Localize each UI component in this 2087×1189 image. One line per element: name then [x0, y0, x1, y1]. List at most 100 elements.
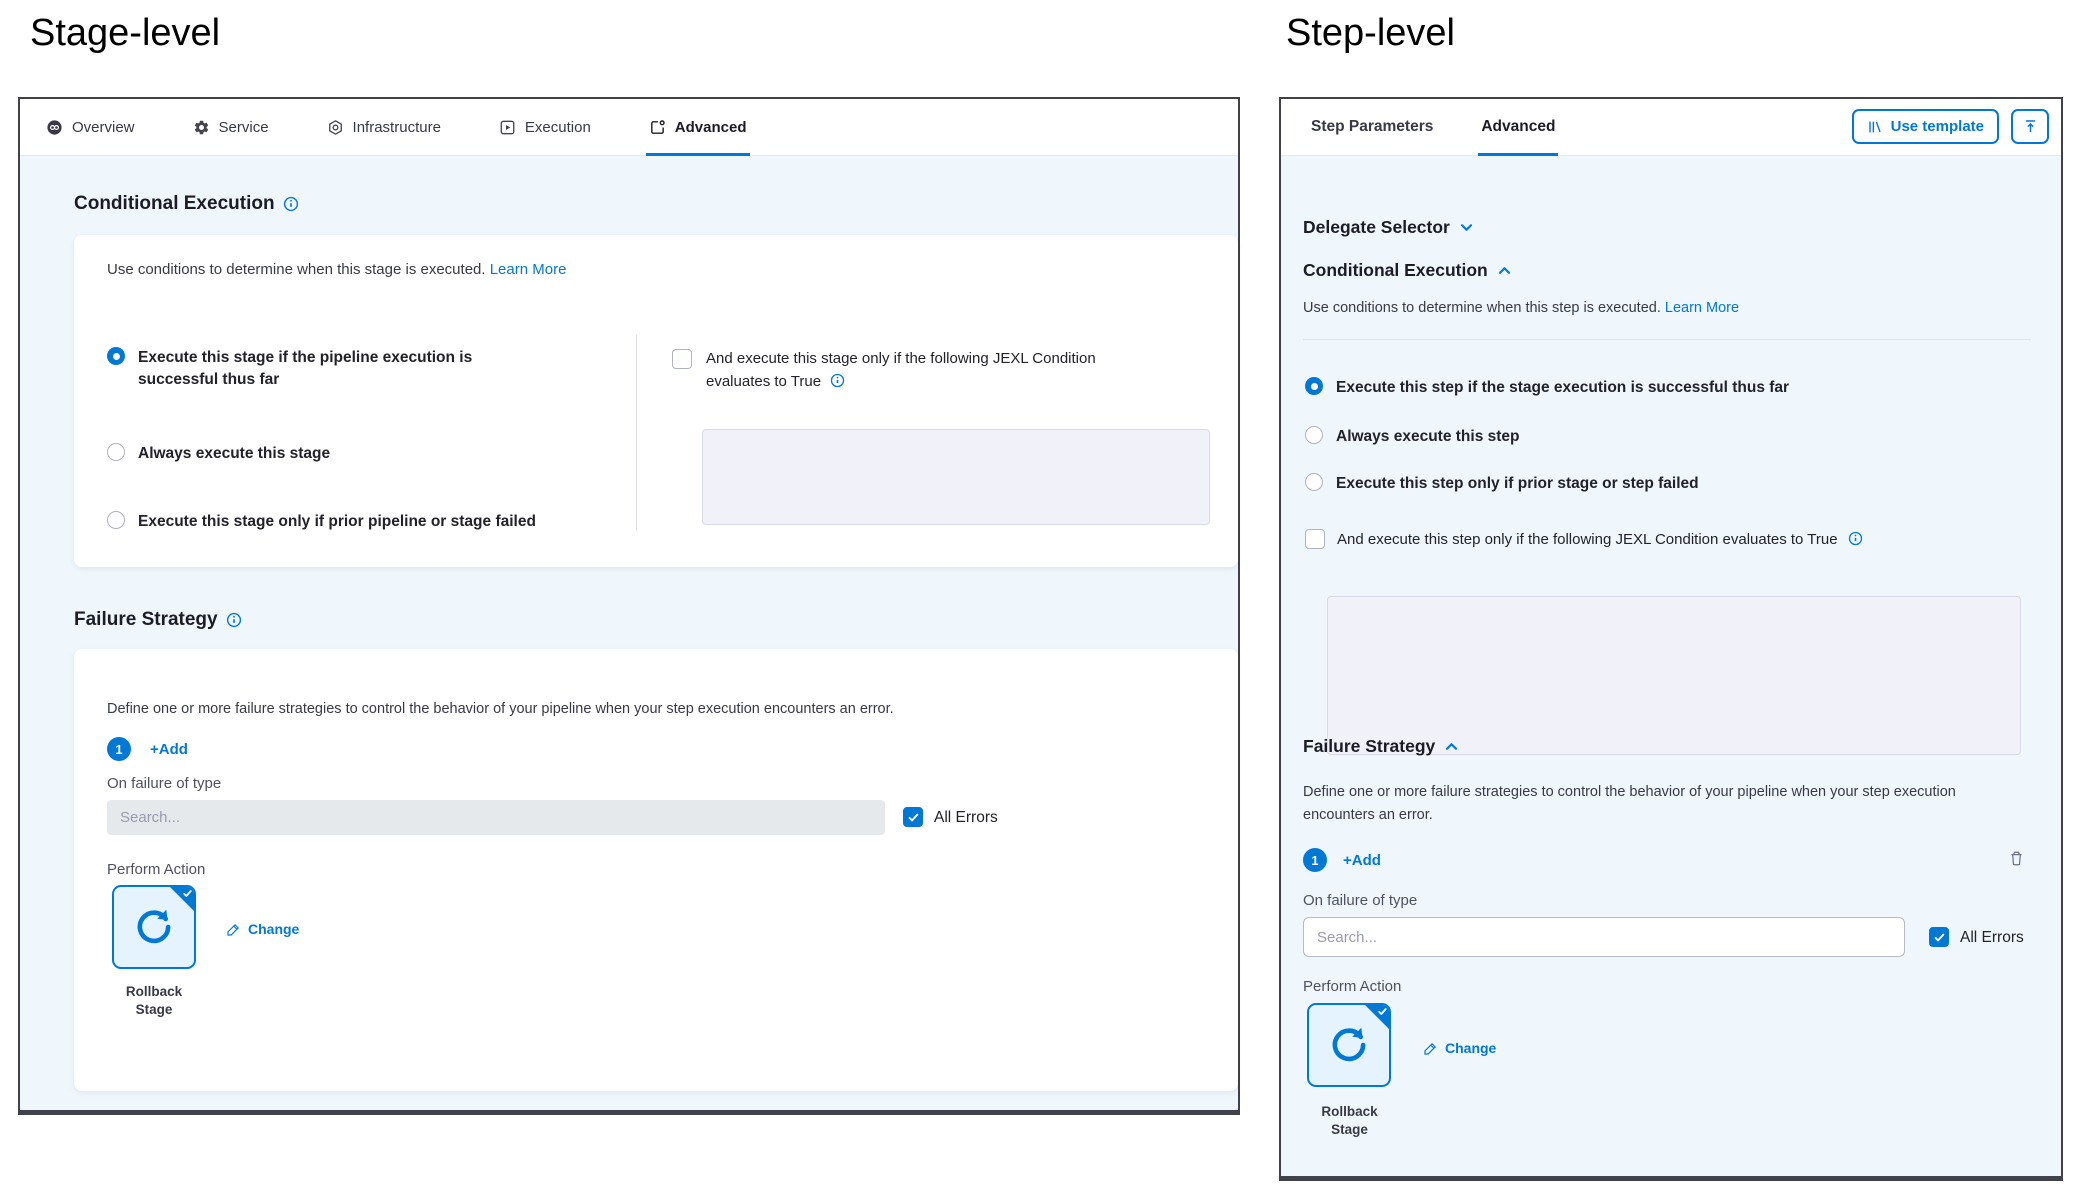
failure-strategy-description: Define one or more failure strategies to… [107, 701, 894, 717]
pencil-icon [226, 922, 241, 937]
failure-strategy-description: Define one or more failure strategies to… [1303, 781, 2011, 828]
radio-button[interactable] [107, 347, 125, 365]
jexl-condition-label: And execute this stage only if the follo… [706, 347, 1158, 394]
tab-overview[interactable]: Overview [46, 99, 135, 155]
info-icon[interactable] [226, 612, 242, 628]
stage-tabbar: Overview Service Infrastructure Executio… [20, 99, 1238, 156]
all-errors-checkbox[interactable] [1929, 927, 1949, 947]
radio-button[interactable] [1305, 473, 1323, 491]
rotate-icon [132, 905, 176, 949]
jexl-condition-input[interactable] [1327, 596, 2021, 755]
jexl-label-text: And execute this stage only if the follo… [706, 350, 1096, 390]
heading-text: Conditional Execution [74, 193, 275, 215]
conditional-execution-description: Use conditions to determine when this st… [1303, 300, 1739, 316]
use-template-button[interactable]: Use template [1852, 109, 1999, 144]
failure-type-search-input[interactable] [1303, 917, 1905, 957]
heading-text: Delegate Selector [1303, 217, 1450, 238]
gear-icon [193, 119, 210, 136]
section-divider [1303, 339, 2031, 340]
tab-label: Step Parameters [1311, 118, 1433, 136]
chevron-up-icon [1444, 739, 1459, 754]
use-template-label: Use template [1891, 118, 1984, 135]
tab-label: Advanced [675, 119, 747, 136]
upload-icon [2022, 118, 2039, 135]
radio-button[interactable] [107, 511, 125, 529]
conditional-execution-description: Use conditions to determine when this st… [107, 261, 566, 278]
radio-option-execute-if-failed[interactable]: Execute this stage only if prior pipelin… [107, 511, 536, 533]
pencil-icon [1423, 1041, 1438, 1056]
heading-text: Failure Strategy [74, 609, 218, 631]
all-errors-checkbox[interactable] [903, 807, 923, 827]
change-label: Change [1445, 1040, 1496, 1056]
radio-label: Always execute this step [1336, 426, 1520, 448]
radio-option-always-execute[interactable]: Always execute this step [1305, 426, 1520, 448]
action-caption-line1: Rollback [1307, 1103, 1392, 1121]
conditional-execution-heading: Conditional Execution [74, 193, 299, 215]
failure-strategy-header[interactable]: Failure Strategy [1303, 736, 1459, 757]
conditional-execution-header[interactable]: Conditional Execution [1303, 260, 1512, 281]
upload-button[interactable] [2011, 109, 2049, 144]
radio-button[interactable] [107, 443, 125, 461]
step-tabbar: Step Parameters Advanced Use template [1281, 99, 2061, 156]
change-action-button[interactable]: Change [1423, 1040, 1496, 1056]
trash-icon[interactable] [2008, 850, 2025, 867]
jexl-condition-input[interactable] [702, 429, 1210, 525]
jexl-condition-checkbox[interactable] [672, 349, 692, 369]
description-text: Use conditions to determine when this st… [1303, 300, 1661, 316]
change-label: Change [248, 921, 299, 937]
failure-type-search-input[interactable] [107, 800, 885, 835]
radio-option-execute-if-successful[interactable]: Execute this stage if the pipeline execu… [107, 347, 510, 392]
delegate-selector-header[interactable]: Delegate Selector [1303, 217, 1474, 238]
radio-label: Execute this stage if the pipeline execu… [138, 347, 510, 392]
radio-button[interactable] [1305, 426, 1323, 444]
tab-advanced[interactable]: Advanced [1481, 99, 1555, 155]
learn-more-link[interactable]: Learn More [1665, 300, 1739, 316]
radio-label: Execute this stage only if prior pipelin… [138, 511, 536, 533]
chevron-up-icon [1497, 263, 1512, 278]
on-failure-of-type-label: On failure of type [1303, 892, 1417, 909]
radio-button[interactable] [1305, 377, 1323, 395]
tab-infrastructure[interactable]: Infrastructure [327, 99, 441, 155]
library-icon [1867, 119, 1883, 135]
rollback-stage-action-tile[interactable] [1307, 1003, 1391, 1087]
change-action-button[interactable]: Change [226, 921, 299, 937]
failure-strategy-card: Define one or more failure strategies to… [74, 649, 1238, 1091]
step-level-title: Step-level [1286, 12, 1455, 55]
tab-advanced[interactable]: Advanced [649, 99, 747, 155]
selected-action-caption: Rollback Stage [112, 983, 196, 1018]
jexl-condition-checkbox[interactable] [1305, 529, 1325, 549]
rollback-stage-action-tile[interactable] [112, 885, 196, 969]
tab-step-parameters[interactable]: Step Parameters [1311, 99, 1433, 155]
radio-option-always-execute[interactable]: Always execute this stage [107, 443, 330, 465]
radio-label: Execute this step if the stage execution… [1336, 377, 1789, 399]
learn-more-link[interactable]: Learn More [490, 261, 567, 278]
execution-play-icon [499, 119, 516, 136]
chevron-down-icon [1459, 220, 1474, 235]
tab-label: Execution [525, 119, 591, 136]
add-strategy-button[interactable]: +Add [1343, 852, 1381, 869]
all-errors-label: All Errors [934, 809, 998, 827]
info-icon[interactable] [830, 373, 845, 388]
overview-icon [46, 119, 63, 136]
radio-label: Execute this step only if prior stage or… [1336, 473, 1699, 495]
heading-text: Failure Strategy [1303, 736, 1435, 757]
info-icon[interactable] [283, 196, 299, 212]
step-panel: Step Parameters Advanced Use template De… [1279, 97, 2063, 1178]
tab-service[interactable]: Service [193, 99, 269, 155]
failure-strategy-heading: Failure Strategy [74, 609, 242, 631]
action-caption-line2: Stage [112, 1001, 196, 1019]
jexl-condition-label: And execute this step only if the follow… [1337, 531, 1863, 548]
radio-option-execute-if-failed[interactable]: Execute this step only if prior stage or… [1305, 473, 1699, 495]
strategy-index-badge[interactable]: 1 [107, 737, 131, 761]
tab-execution[interactable]: Execution [499, 99, 591, 155]
add-strategy-button[interactable]: +Add [150, 741, 188, 758]
stage-panel: Overview Service Infrastructure Executio… [18, 97, 1240, 1112]
radio-option-execute-if-successful[interactable]: Execute this step if the stage execution… [1305, 377, 1789, 399]
advanced-icon [649, 119, 666, 136]
description-text: Use conditions to determine when this st… [107, 261, 486, 278]
perform-action-label: Perform Action [1303, 978, 1401, 995]
strategy-index-badge[interactable]: 1 [1303, 848, 1327, 872]
column-divider [636, 335, 637, 531]
info-icon[interactable] [1848, 531, 1863, 546]
heading-text: Conditional Execution [1303, 260, 1488, 281]
